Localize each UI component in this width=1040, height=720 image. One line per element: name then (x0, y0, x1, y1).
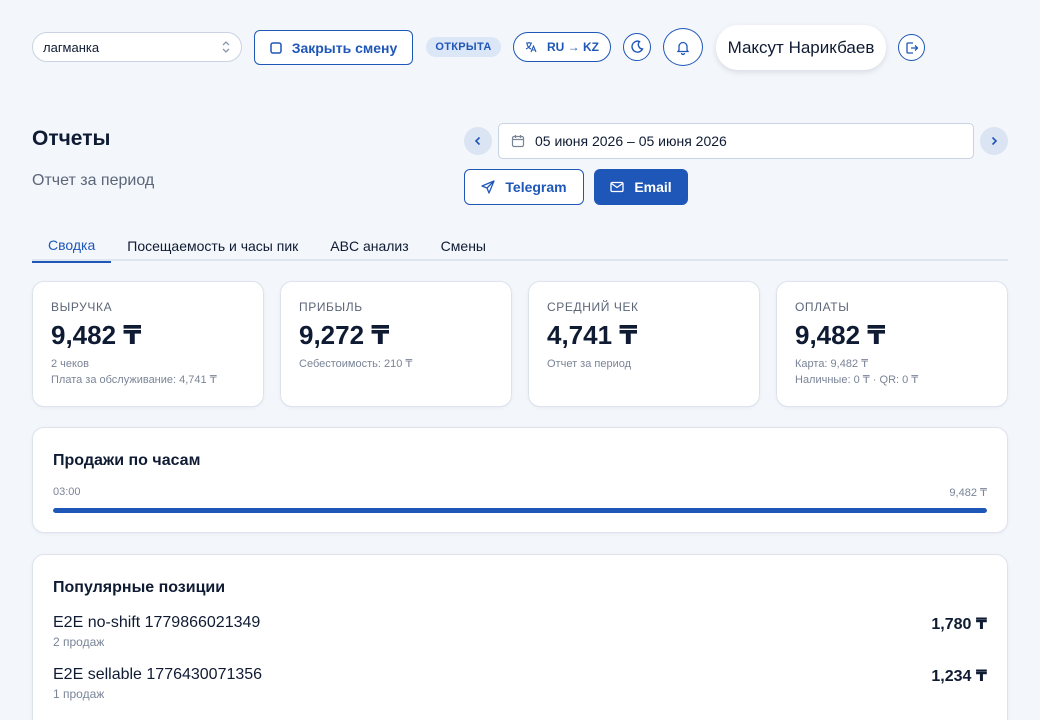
item-sales-count: 2 продаж (53, 635, 105, 649)
tab-attendance[interactable]: Посещаемость и часы пик (111, 228, 314, 263)
email-button[interactable]: Email (594, 169, 688, 205)
metric-sub-line: Карта: 9,482 ₸ (795, 358, 869, 370)
date-range-field[interactable]: 05 июня 2026 – 05 июня 2026 (498, 123, 974, 159)
language-toggle-label: RU → KZ (547, 40, 599, 54)
metric-value: 4,741 ₸ (547, 320, 638, 350)
item-sales-count: 1 продаж (53, 687, 105, 701)
metric-card-average-check: СРЕДНИЙ ЧЕК 4,741 ₸ Отчет за период (528, 281, 760, 407)
close-shift-label: Закрыть смену (291, 39, 398, 56)
metric-card-revenue: ВЫРУЧКА 9,482 ₸ 2 чеков Плата за обслужи… (32, 281, 264, 407)
date-range-value: 05 июня 2026 – 05 июня 2026 (535, 133, 727, 149)
square-icon (269, 41, 282, 54)
user-menu[interactable]: Максут Нарикбаев (716, 25, 886, 70)
calendar-icon (511, 134, 525, 148)
metric-value: 9,272 ₸ (299, 320, 390, 350)
close-shift-button[interactable]: Закрыть смену (254, 30, 413, 65)
next-period-button[interactable] (980, 127, 1008, 155)
popular-items-card: Популярные позиции E2E no-shift 17798660… (32, 554, 1008, 720)
metric-sub: Себестоимость: 210 ₸ (299, 356, 493, 372)
hourly-bar-fill (53, 508, 987, 513)
metric-label: СРЕДНИЙ ЧЕК (547, 300, 639, 314)
item-amount: 1,780 ₸ (931, 616, 987, 633)
metric-card-profit: ПРИБЫЛЬ 9,272 ₸ Себестоимость: 210 ₸ (280, 281, 512, 407)
list-item: E2E no-shift 1779866021349 2 продаж 1,78… (53, 614, 987, 649)
hourly-sales-title: Продажи по часам (53, 452, 201, 469)
telegram-label: Telegram (505, 179, 567, 195)
metric-card-payments: ОПЛАТЫ 9,482 ₸ Карта: 9,482 ₸ Наличные: … (776, 281, 1008, 407)
language-toggle-button[interactable]: RU → KZ (513, 32, 611, 62)
page-title: Отчеты (32, 127, 111, 150)
telegram-button[interactable]: Telegram (464, 169, 584, 205)
item-name: E2E sellable 1776430071356 (53, 666, 263, 683)
metric-sub-line: Себестоимость: 210 ₸ (299, 358, 413, 370)
venue-select-value: лагманка (43, 39, 100, 55)
metric-sub-line: Наличные: 0 ₸ · QR: 0 ₸ (795, 374, 919, 386)
item-amount: 1,234 ₸ (931, 668, 987, 685)
report-tabs: Сводка Посещаемость и часы пик ABC анали… (32, 226, 1008, 263)
tab-abc-analysis[interactable]: ABC анализ (314, 228, 424, 263)
metric-sub-line: 2 чеков (51, 358, 89, 370)
metric-label: ОПЛАТЫ (795, 300, 850, 314)
hourly-sales-card: Продажи по часам 03:00 9,482 ₸ (32, 427, 1008, 533)
chevron-updown-icon (221, 40, 231, 54)
metric-sub-line: Плата за обслуживание: 4,741 ₸ (51, 374, 217, 386)
shift-status-badge: ОТКРЫТА (426, 37, 501, 57)
notifications-button[interactable] (663, 28, 703, 66)
hour-amount: 9,482 ₸ (949, 487, 987, 499)
item-name: E2E no-shift 1779866021349 (53, 614, 261, 631)
theme-toggle-button[interactable] (623, 33, 651, 61)
page-subtitle: Отчет за период (32, 172, 155, 189)
metric-sub: Отчет за период (547, 356, 741, 372)
tab-shifts[interactable]: Смены (425, 228, 502, 263)
chevron-right-icon (989, 136, 999, 146)
send-icon (481, 180, 496, 194)
email-label: Email (634, 179, 672, 195)
previous-period-button[interactable] (464, 127, 492, 155)
venue-select[interactable]: лагманка (32, 32, 242, 62)
chevron-left-icon (473, 136, 483, 146)
metric-value: 9,482 ₸ (795, 320, 886, 350)
mail-icon (610, 181, 624, 193)
logout-icon (905, 41, 919, 55)
metric-value: 9,482 ₸ (51, 320, 142, 350)
bell-icon (676, 40, 690, 55)
popular-items-title: Популярные позиции (53, 579, 226, 596)
tab-summary[interactable]: Сводка (32, 228, 112, 263)
hourly-row: 03:00 9,482 ₸ (53, 486, 987, 499)
list-item: E2E sellable 1776430071356 1 продаж 1,23… (53, 666, 987, 701)
metric-sub: 2 чеков Плата за обслуживание: 4,741 ₸ (51, 356, 245, 388)
translate-icon (525, 41, 537, 53)
logout-button[interactable] (898, 34, 925, 61)
hour-label: 03:00 (53, 486, 81, 498)
metric-label: ВЫРУЧКА (51, 300, 113, 314)
metric-label: ПРИБЫЛЬ (299, 300, 363, 314)
hourly-bar-track (53, 508, 987, 513)
metric-sub-line: Отчет за период (547, 358, 632, 370)
metric-sub: Карта: 9,482 ₸ Наличные: 0 ₸ · QR: 0 ₸ (795, 356, 989, 388)
moon-icon (630, 40, 644, 54)
